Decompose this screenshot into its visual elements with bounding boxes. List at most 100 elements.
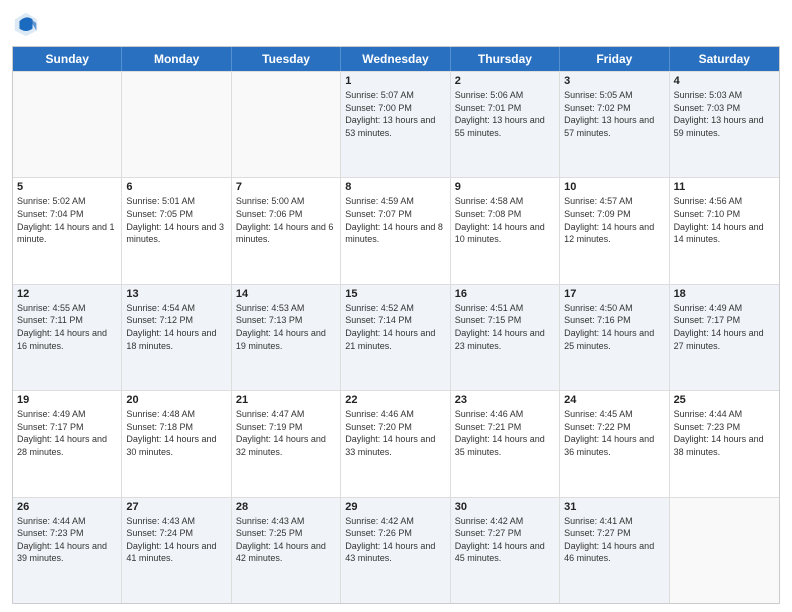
cell-text: Sunrise: 4:57 AM Sunset: 7:09 PM Dayligh… <box>564 195 664 245</box>
cell-text: Sunrise: 4:53 AM Sunset: 7:13 PM Dayligh… <box>236 302 336 352</box>
day-cell-31: 31 Sunrise: 4:41 AM Sunset: 7:27 PM Dayli… <box>560 498 669 603</box>
cell-text: Sunrise: 4:59 AM Sunset: 7:07 PM Dayligh… <box>345 195 445 245</box>
day-number: 2 <box>455 75 555 87</box>
cell-text: Sunrise: 5:05 AM Sunset: 7:02 PM Dayligh… <box>564 89 664 139</box>
day-cell-12: 12 Sunrise: 4:55 AM Sunset: 7:11 PM Dayli… <box>13 285 122 390</box>
day-number: 18 <box>674 288 775 300</box>
day-number: 5 <box>17 181 117 193</box>
day-cell-3: 3 Sunrise: 5:05 AM Sunset: 7:02 PM Daylig… <box>560 72 669 177</box>
day-cell-15: 15Sunrise: 4:52 AM Sunset: 7:14 PM Dayli… <box>341 285 450 390</box>
day-number: 12 <box>17 288 117 300</box>
day-cell-14: 14 Sunrise: 4:53 AM Sunset: 7:13 PM Dayli… <box>232 285 341 390</box>
day-number: 1 <box>345 75 445 87</box>
day-cell-9: 9 Sunrise: 4:58 AM Sunset: 7:08 PM Daylig… <box>451 178 560 283</box>
day-cell-22: 22 Sunrise: 4:46 AM Sunset: 7:20 PM Dayli… <box>341 391 450 496</box>
calendar-row-2: 12 Sunrise: 4:55 AM Sunset: 7:11 PM Dayli… <box>13 284 779 390</box>
empty-cell-4-6 <box>670 498 779 603</box>
cell-text: Sunrise: 4:44 AM Sunset: 7:23 PM Dayligh… <box>17 515 117 565</box>
cell-text: Sunrise: 4:51 AM Sunset: 7:15 PM Dayligh… <box>455 302 555 352</box>
col-header-saturday: Saturday <box>670 47 779 71</box>
logo <box>12 10 42 38</box>
day-number: 16 <box>455 288 555 300</box>
cell-text: Sunrise: 4:55 AM Sunset: 7:11 PM Dayligh… <box>17 302 117 352</box>
day-number: 17 <box>564 288 664 300</box>
cell-text: Sunrise: 4:44 AM Sunset: 7:23 PM Dayligh… <box>674 408 775 458</box>
calendar-row-4: 26 Sunrise: 4:44 AM Sunset: 7:23 PM Dayli… <box>13 497 779 603</box>
day-cell-5: 5 Sunrise: 5:02 AM Sunset: 7:04 PM Daylig… <box>13 178 122 283</box>
cell-text: Sunrise: 5:06 AM Sunset: 7:01 PM Dayligh… <box>455 89 555 139</box>
cell-text: Sunrise: 4:43 AM Sunset: 7:25 PM Dayligh… <box>236 515 336 565</box>
page: SundayMondayTuesdayWednesdayThursdayFrid… <box>0 0 792 612</box>
day-cell-6: 6 Sunrise: 5:01 AM Sunset: 7:05 PM Daylig… <box>122 178 231 283</box>
day-number: 4 <box>674 75 775 87</box>
day-number: 7 <box>236 181 336 193</box>
day-cell-26: 26 Sunrise: 4:44 AM Sunset: 7:23 PM Dayli… <box>13 498 122 603</box>
calendar-header-row: SundayMondayTuesdayWednesdayThursdayFrid… <box>13 47 779 71</box>
col-header-friday: Friday <box>560 47 669 71</box>
day-number: 31 <box>564 501 664 513</box>
calendar-row-3: 19Sunrise: 4:49 AM Sunset: 7:17 PM Dayli… <box>13 390 779 496</box>
day-cell-8: 8Sunrise: 4:59 AM Sunset: 7:07 PM Daylig… <box>341 178 450 283</box>
col-header-monday: Monday <box>122 47 231 71</box>
day-cell-16: 16 Sunrise: 4:51 AM Sunset: 7:15 PM Dayli… <box>451 285 560 390</box>
day-number: 21 <box>236 394 336 406</box>
logo-icon <box>12 10 40 38</box>
cell-text: Sunrise: 5:00 AM Sunset: 7:06 PM Dayligh… <box>236 195 336 245</box>
cell-text: Sunrise: 5:01 AM Sunset: 7:05 PM Dayligh… <box>126 195 226 245</box>
cell-text: Sunrise: 5:03 AM Sunset: 7:03 PM Dayligh… <box>674 89 775 139</box>
day-number: 26 <box>17 501 117 513</box>
day-number: 30 <box>455 501 555 513</box>
day-number: 23 <box>455 394 555 406</box>
day-cell-18: 18 Sunrise: 4:49 AM Sunset: 7:17 PM Dayli… <box>670 285 779 390</box>
cell-text: Sunrise: 4:49 AM Sunset: 7:17 PM Dayligh… <box>674 302 775 352</box>
day-number: 10 <box>564 181 664 193</box>
day-number: 11 <box>674 181 775 193</box>
day-cell-11: 11 Sunrise: 4:56 AM Sunset: 7:10 PM Dayli… <box>670 178 779 283</box>
calendar-row-1: 5 Sunrise: 5:02 AM Sunset: 7:04 PM Daylig… <box>13 177 779 283</box>
day-cell-29: 29Sunrise: 4:42 AM Sunset: 7:26 PM Dayli… <box>341 498 450 603</box>
day-number: 20 <box>126 394 226 406</box>
cell-text: Sunrise: 4:46 AM Sunset: 7:20 PM Dayligh… <box>345 408 445 458</box>
cell-text: Sunrise: 4:49 AM Sunset: 7:17 PM Dayligh… <box>17 408 117 458</box>
empty-cell-0-0 <box>13 72 122 177</box>
cell-text: Sunrise: 5:02 AM Sunset: 7:04 PM Dayligh… <box>17 195 117 245</box>
day-cell-25: 25 Sunrise: 4:44 AM Sunset: 7:23 PM Dayli… <box>670 391 779 496</box>
calendar-row-0: 1 Sunrise: 5:07 AM Sunset: 7:00 PM Daylig… <box>13 71 779 177</box>
calendar-body: 1 Sunrise: 5:07 AM Sunset: 7:00 PM Daylig… <box>13 71 779 603</box>
day-number: 27 <box>126 501 226 513</box>
day-number: 14 <box>236 288 336 300</box>
cell-text: Sunrise: 4:50 AM Sunset: 7:16 PM Dayligh… <box>564 302 664 352</box>
cell-text: Sunrise: 4:41 AM Sunset: 7:27 PM Dayligh… <box>564 515 664 565</box>
day-number: 22 <box>345 394 445 406</box>
day-cell-19: 19Sunrise: 4:49 AM Sunset: 7:17 PM Dayli… <box>13 391 122 496</box>
day-number: 6 <box>126 181 226 193</box>
day-number: 9 <box>455 181 555 193</box>
day-cell-20: 20Sunrise: 4:48 AM Sunset: 7:18 PM Dayli… <box>122 391 231 496</box>
day-cell-10: 10 Sunrise: 4:57 AM Sunset: 7:09 PM Dayli… <box>560 178 669 283</box>
day-cell-2: 2 Sunrise: 5:06 AM Sunset: 7:01 PM Daylig… <box>451 72 560 177</box>
cell-text: Sunrise: 4:42 AM Sunset: 7:26 PM Dayligh… <box>345 515 445 565</box>
col-header-sunday: Sunday <box>13 47 122 71</box>
empty-cell-0-2 <box>232 72 341 177</box>
col-header-thursday: Thursday <box>451 47 560 71</box>
day-number: 15 <box>345 288 445 300</box>
day-number: 28 <box>236 501 336 513</box>
day-cell-17: 17 Sunrise: 4:50 AM Sunset: 7:16 PM Dayli… <box>560 285 669 390</box>
cell-text: Sunrise: 4:58 AM Sunset: 7:08 PM Dayligh… <box>455 195 555 245</box>
header <box>12 10 780 38</box>
col-header-tuesday: Tuesday <box>232 47 341 71</box>
day-cell-30: 30Sunrise: 4:42 AM Sunset: 7:27 PM Dayli… <box>451 498 560 603</box>
calendar: SundayMondayTuesdayWednesdayThursdayFrid… <box>12 46 780 604</box>
day-cell-27: 27Sunrise: 4:43 AM Sunset: 7:24 PM Dayli… <box>122 498 231 603</box>
cell-text: Sunrise: 4:54 AM Sunset: 7:12 PM Dayligh… <box>126 302 226 352</box>
cell-text: Sunrise: 4:46 AM Sunset: 7:21 PM Dayligh… <box>455 408 555 458</box>
day-number: 3 <box>564 75 664 87</box>
day-number: 25 <box>674 394 775 406</box>
day-number: 13 <box>126 288 226 300</box>
cell-text: Sunrise: 4:56 AM Sunset: 7:10 PM Dayligh… <box>674 195 775 245</box>
day-cell-21: 21 Sunrise: 4:47 AM Sunset: 7:19 PM Dayli… <box>232 391 341 496</box>
day-cell-4: 4 Sunrise: 5:03 AM Sunset: 7:03 PM Daylig… <box>670 72 779 177</box>
cell-text: Sunrise: 4:47 AM Sunset: 7:19 PM Dayligh… <box>236 408 336 458</box>
cell-text: Sunrise: 5:07 AM Sunset: 7:00 PM Dayligh… <box>345 89 445 139</box>
day-number: 24 <box>564 394 664 406</box>
